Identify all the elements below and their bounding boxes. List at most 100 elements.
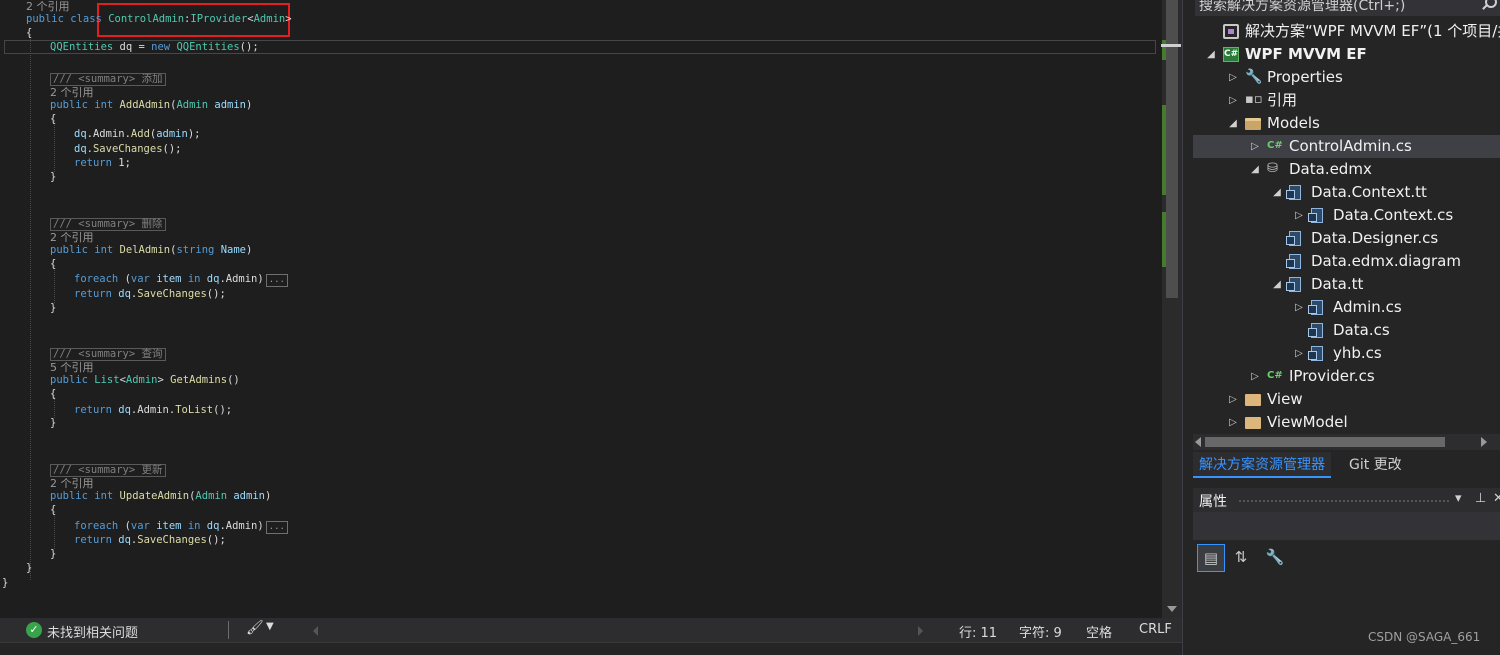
collapsed-doc-comment[interactable]: /// <summary> 更新 (50, 464, 166, 477)
tree-node[interactable]: ▷ Data.Context.cs (1193, 204, 1500, 227)
scroll-right-icon[interactable] (918, 626, 923, 636)
code-line[interactable]: return 1; (74, 156, 131, 170)
code-token: (); (206, 288, 226, 300)
tree-node[interactable]: Data.edmx.diagram (1193, 250, 1500, 273)
editor-vertical-scrollbar[interactable] (1161, 0, 1182, 618)
collapsed-doc-comment[interactable]: /// <summary> 添加 (50, 73, 166, 86)
tree-node[interactable]: ▷ Admin.cs (1193, 296, 1500, 319)
collapsed-arrow-icon[interactable]: ▷ (1227, 388, 1239, 411)
code-line[interactable]: } (50, 416, 56, 430)
code-line[interactable]: { (50, 112, 56, 126)
collapsed-arrow-icon[interactable]: ▷ (1249, 365, 1261, 388)
line-ending-indicator[interactable]: CRLF (1139, 622, 1172, 637)
tree-node[interactable]: ▷ View (1193, 388, 1500, 411)
close-icon[interactable]: ✕ (1493, 491, 1500, 506)
whitespace-indicator[interactable]: 空格 (1086, 622, 1112, 641)
scrollbar-thumb[interactable] (1205, 437, 1445, 447)
tree-node[interactable]: ◢ C# WPF MVVM EF (1193, 43, 1500, 66)
property-pages-wrench-icon[interactable]: 🔧 (1261, 544, 1289, 572)
code-token: { (50, 113, 57, 125)
code-line[interactable]: foreach (var item in dq.Admin)... (74, 519, 288, 534)
tab-solution-explorer[interactable]: 解决方案资源管理器 (1193, 452, 1331, 478)
tab-git-changes[interactable]: Git 更改 (1343, 452, 1408, 478)
drag-grip[interactable] (1239, 500, 1449, 502)
code-line[interactable]: { (50, 387, 56, 401)
collapsed-arrow-icon[interactable]: ▷ (1293, 342, 1305, 365)
code-line[interactable]: public int UpdateAdmin(Admin admin) (50, 489, 271, 503)
scroll-left-icon[interactable] (313, 626, 318, 636)
code-line[interactable]: foreach (var item in dq.Admin)... (74, 272, 288, 287)
code-token: admin (156, 128, 188, 140)
scroll-right-arrow-icon[interactable] (1481, 437, 1487, 447)
code-line[interactable]: } (2, 576, 8, 590)
collapsed-block[interactable]: ... (265, 521, 288, 534)
code-line[interactable]: dq.SaveChanges(); (74, 142, 182, 156)
scroll-down-arrow-icon[interactable] (1167, 606, 1177, 612)
code-line[interactable]: /// <summary> 查询 (50, 347, 166, 361)
code-editor[interactable]: 2 个引用 public class ControlAdmin:IProvider… (0, 0, 1162, 618)
tree-horizontal-scrollbar[interactable] (1193, 434, 1500, 450)
issues-status[interactable]: 未找到相关问题 (47, 622, 138, 641)
alphabetical-view-icon[interactable]: ⇅ (1227, 544, 1255, 572)
expanded-arrow-icon[interactable]: ◢ (1205, 43, 1217, 66)
code-line[interactable]: return dq.SaveChanges(); (74, 533, 226, 547)
tree-node[interactable]: ◢ ⛁ Data.edmx (1193, 158, 1500, 181)
collapsed-doc-comment[interactable]: /// <summary> 查询 (50, 348, 166, 361)
code-line[interactable]: } (50, 170, 56, 184)
code-line[interactable]: } (50, 547, 56, 561)
tree-node[interactable]: ▷ yhb.cs (1193, 342, 1500, 365)
brush-icon[interactable]: 🖌 (246, 620, 264, 636)
tree-node-label: Models (1267, 114, 1320, 132)
code-line[interactable]: QQEntities dq = new QQEntities(); (50, 40, 259, 54)
collapsed-arrow-icon[interactable]: ▷ (1227, 411, 1239, 434)
tree-node[interactable]: ▷ ViewModel (1193, 411, 1500, 434)
tree-node[interactable]: ◢ Data.Context.tt (1193, 181, 1500, 204)
tree-node[interactable]: ◢ Models (1193, 112, 1500, 135)
expanded-arrow-icon[interactable]: ◢ (1271, 181, 1283, 204)
line-indicator[interactable]: 行: 11 (959, 622, 997, 641)
collapsed-arrow-icon[interactable]: ▷ (1227, 89, 1239, 112)
code-line[interactable]: /// <summary> 删除 (50, 217, 166, 231)
tree-node[interactable]: ▷ C# ControlAdmin.cs (1193, 135, 1500, 158)
expanded-arrow-icon[interactable]: ◢ (1249, 158, 1261, 181)
tree-node[interactable]: 解决方案“WPF MVVM EF”(1 个项目/共 1 个) (1193, 20, 1500, 43)
collapsed-arrow-icon[interactable]: ▷ (1293, 204, 1305, 227)
tree-node[interactable]: ◢ Data.tt (1193, 273, 1500, 296)
search-icon[interactable] (1485, 0, 1497, 8)
categorized-view-icon[interactable]: ▤ (1197, 544, 1225, 572)
code-line[interactable]: { (50, 503, 56, 517)
code-line[interactable]: } (26, 561, 32, 575)
code-line[interactable]: public List<Admin> GetAdmins() (50, 373, 240, 387)
collapsed-block[interactable]: ... (265, 274, 288, 287)
scroll-left-arrow-icon[interactable] (1195, 437, 1201, 447)
pin-icon[interactable]: ⊥ (1475, 491, 1486, 506)
code-line[interactable]: public int DelAdmin(string Name) (50, 243, 252, 257)
code-line[interactable]: return dq.Admin.ToList(); (74, 403, 232, 417)
collapsed-arrow-icon[interactable]: ▷ (1249, 135, 1261, 158)
tree-node[interactable]: Data.cs (1193, 319, 1500, 342)
expanded-arrow-icon[interactable]: ◢ (1271, 273, 1283, 296)
collapsed-arrow-icon[interactable]: ▷ (1227, 66, 1239, 89)
code-line[interactable]: { (26, 26, 32, 40)
properties-object-selector[interactable] (1193, 512, 1500, 540)
tree-node[interactable]: ▷ C# IProvider.cs (1193, 365, 1500, 388)
solution-search-input[interactable]: 搜索解决方案资源管理器(Ctrl+;) (1195, 0, 1500, 16)
code-line[interactable]: return dq.SaveChanges(); (74, 287, 226, 301)
tree-node[interactable]: ▷ ▪▫ 引用 (1193, 89, 1500, 112)
dropdown-icon[interactable]: ▾ (1455, 491, 1462, 506)
code-line[interactable]: /// <summary> 添加 (50, 72, 166, 86)
collapsed-arrow-icon[interactable]: ▷ (1293, 296, 1305, 319)
chevron-down-icon[interactable]: ▼ (266, 621, 274, 632)
code-line[interactable]: public int AddAdmin(Admin admin) (50, 98, 252, 112)
tree-node[interactable]: Data.Designer.cs (1193, 227, 1500, 250)
tree-node[interactable]: ▷ 🔧 Properties (1193, 66, 1500, 89)
code-line[interactable]: /// <summary> 更新 (50, 463, 166, 477)
code-line[interactable]: { (50, 257, 56, 271)
char-indicator[interactable]: 字符: 9 (1019, 622, 1062, 641)
code-line[interactable]: } (50, 301, 56, 315)
expanded-arrow-icon[interactable]: ◢ (1227, 112, 1239, 135)
code-token: foreach (74, 273, 125, 285)
code-line[interactable]: public class ControlAdmin:IProvider<Admi… (26, 12, 292, 26)
collapsed-doc-comment[interactable]: /// <summary> 删除 (50, 218, 166, 231)
code-line[interactable]: dq.Admin.Add(admin); (74, 127, 200, 141)
